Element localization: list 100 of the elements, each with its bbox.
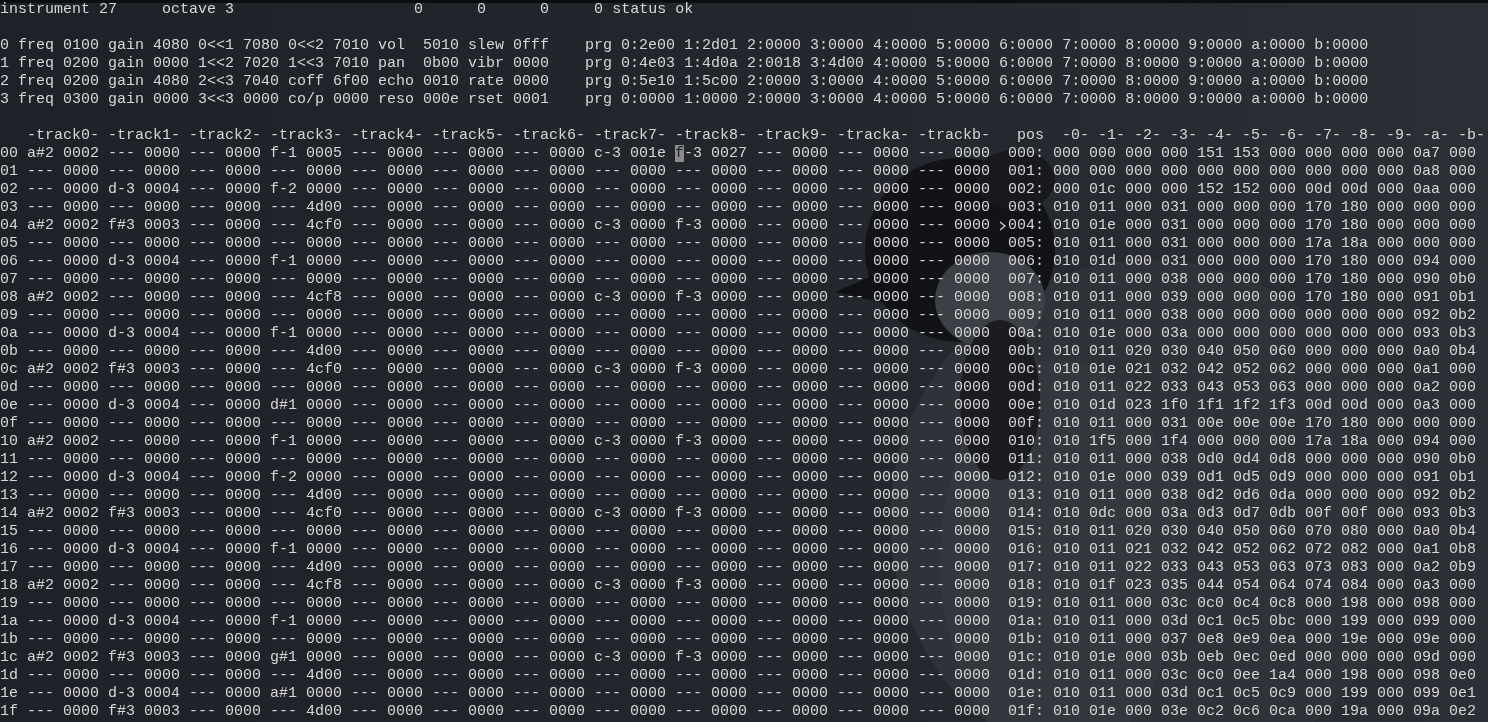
pattern-cell: --- 0000 [918, 469, 990, 487]
column-header: -0- [1062, 127, 1089, 145]
pattern-cell: --- 0000 [351, 361, 423, 379]
column-header: -3- [1170, 127, 1197, 145]
program-label: prg [585, 37, 612, 55]
pattern-cell: --- 4cf0 [270, 217, 342, 235]
row-number: 18 [0, 577, 18, 595]
pattern-cell: --- 0000 [108, 199, 180, 217]
sequence-values: 010 011 000 038 000 000 000 000 000 000 092 0b2 [1053, 307, 1477, 325]
pattern-cell: --- 0000 [189, 181, 261, 199]
pattern-cell: --- 0000 [513, 685, 585, 703]
pattern-cell: --- 0000 [675, 271, 747, 289]
pattern-cell: --- 0000 [675, 685, 747, 703]
pattern-cell: --- 0000 [756, 217, 828, 235]
pattern-cell: --- 0000 [675, 451, 747, 469]
pattern-cell: f#3 0003 [108, 649, 180, 667]
pattern-cell: --- 0000 [108, 667, 180, 685]
pattern-cell: --- 0000 [918, 523, 990, 541]
pattern-cell: --- 0000 [432, 217, 504, 235]
pattern-cell: c-3 0000 [594, 577, 666, 595]
param-value: 0b00 [423, 55, 459, 73]
pattern-cell: --- 0000 [918, 253, 990, 271]
pattern-cell: --- 0000 [837, 163, 909, 181]
column-header: -1- [1098, 127, 1125, 145]
program-slot: 3:0000 [810, 73, 865, 91]
track-header: -track8- [675, 127, 747, 145]
pattern-cell: --- 0000 [351, 631, 423, 649]
param-value: 000e [423, 91, 459, 109]
program-slot: 3:4d00 [810, 55, 865, 73]
pattern-cell: c-3 0000 [594, 433, 666, 451]
pattern-cell: --- 0000 [27, 613, 99, 631]
row-number: 11 [0, 451, 18, 469]
pattern-cell: --- 0000 [513, 307, 585, 325]
instrument-index: 0 [0, 37, 9, 55]
row-number: 1d [0, 667, 18, 685]
param-value: 4080 [153, 73, 189, 91]
pattern-cell: --- 0000 [189, 361, 261, 379]
pattern-cell: a#2 0002 [27, 577, 99, 595]
pos-header: pos [1017, 127, 1044, 145]
pattern-cell: --- 0000 [189, 631, 261, 649]
pattern-cell: --- 0000 [513, 253, 585, 271]
pattern-cell: --- 0000 [837, 523, 909, 541]
pattern-cell: --- 0000 [675, 307, 747, 325]
sequence-values: 010 011 000 037 0e8 0e9 0ea 000 19e 000 09e 000 [1053, 631, 1477, 649]
pattern-cell: --- 0000 [594, 469, 666, 487]
pattern-cell: --- 0000 [837, 505, 909, 523]
track-header: -track6- [513, 127, 585, 145]
pattern-cell: --- 0000 [594, 271, 666, 289]
pattern-cell: --- 0000 [27, 487, 99, 505]
pattern-cell: --- 0000 [189, 559, 261, 577]
pattern-cell: --- 0000 [108, 487, 180, 505]
pattern-cell: --- 0000 [351, 145, 423, 163]
pattern-cell: --- 0000 [756, 415, 828, 433]
pattern-cell: --- 0000 [351, 703, 423, 721]
pattern-cell: --- 4cf0 [270, 361, 342, 379]
row-number: 1b [0, 631, 18, 649]
position-label: 008: [1008, 289, 1044, 307]
param-value: 0000 [333, 91, 369, 109]
pattern-cell: --- 0000 [837, 469, 909, 487]
pattern-cell: --- 0000 [432, 397, 504, 415]
param-value: 0000 [513, 55, 549, 73]
pattern-cell: --- 0000 [189, 379, 261, 397]
pattern-cell: --- 0000 [918, 433, 990, 451]
pattern-cell: --- 0000 [432, 451, 504, 469]
pattern-cell: a#2 0002 [27, 505, 99, 523]
row-number: 16 [0, 541, 18, 559]
param-label: rate [468, 73, 504, 91]
sequence-values: 010 011 000 031 00e 00e 00e 170 180 000 000 000 [1053, 415, 1477, 433]
sequence-values: 010 011 020 030 040 050 060 000 000 000 0a0 0b4 [1053, 343, 1477, 361]
pattern-cell: --- 0000 [594, 631, 666, 649]
param-value: 7040 [243, 73, 279, 91]
pattern-cell: a#1 0000 [270, 685, 342, 703]
param-value: 0010 [423, 73, 459, 91]
pattern-cell: --- 0000 [513, 523, 585, 541]
row-number: 13 [0, 487, 18, 505]
pattern-cell: f-3 0000 [675, 361, 747, 379]
pattern-cell: f-3 0000 [675, 577, 747, 595]
program-slot: 2:0000 [747, 37, 802, 55]
pattern-cell: --- 0000 [918, 163, 990, 181]
pattern-cell: --- 0000 [27, 397, 99, 415]
position-label: 003: [1008, 199, 1044, 217]
pattern-cell: --- 0000 [189, 343, 261, 361]
param-label: freq [18, 91, 54, 109]
pattern-cell: --- 0000 [513, 505, 585, 523]
sequence-values: 010 011 000 03d 0c1 0c5 0bc 000 199 000 099 000 [1053, 613, 1477, 631]
pattern-cell: f#3 0003 [108, 703, 180, 721]
pattern-cell: --- 0000 [108, 307, 180, 325]
pattern-cell: --- 0000 [513, 595, 585, 613]
pattern-cell: --- 0000 [432, 289, 504, 307]
pattern-cell: --- 0000 [351, 685, 423, 703]
pattern-cell: --- 0000 [756, 649, 828, 667]
pattern-cell: --- 0000 [837, 433, 909, 451]
row-number: 03 [0, 199, 18, 217]
pattern-cell: --- 0000 [108, 595, 180, 613]
pattern-cell: --- 0000 [594, 235, 666, 253]
pattern-cell: --- 0000 [513, 271, 585, 289]
pattern-cell: --- 0000 [837, 343, 909, 361]
pattern-cell: --- 0000 [594, 541, 666, 559]
pattern-cell: --- 0000 [594, 199, 666, 217]
pattern-cell: --- 0000 [756, 181, 828, 199]
